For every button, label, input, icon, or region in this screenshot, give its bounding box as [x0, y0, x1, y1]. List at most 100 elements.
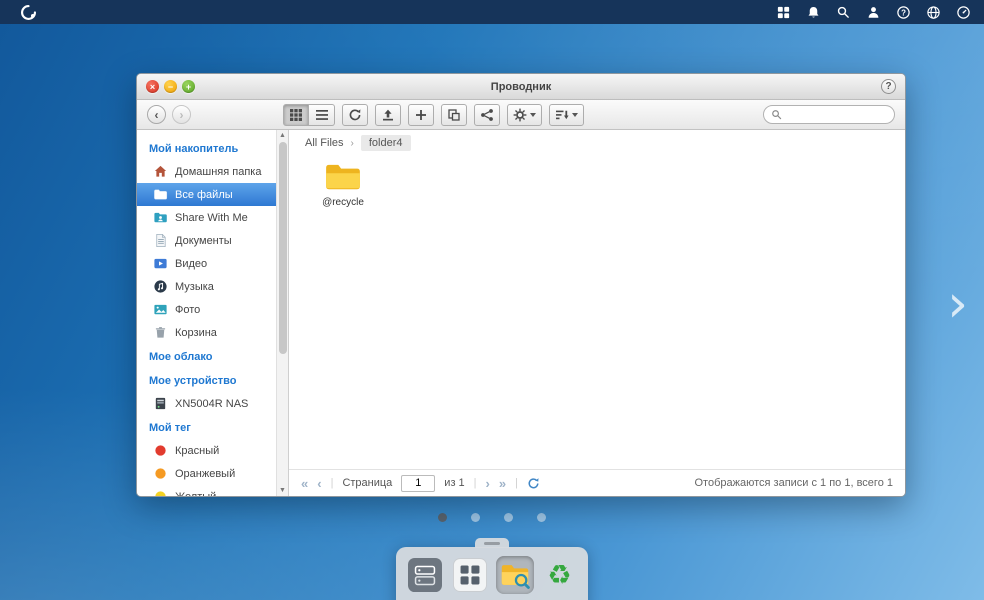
forward-button[interactable]: ›	[172, 105, 191, 124]
breadcrumb-separator-icon: ›	[350, 137, 354, 149]
sidebar-item-tag-yellow[interactable]: Желтый	[137, 485, 277, 496]
sidebar-item-nas[interactable]: XN5004R NAS	[137, 392, 277, 415]
recycle-arrows-icon: ♻	[547, 559, 572, 591]
next-page-button[interactable]: ›	[486, 477, 490, 490]
topbar-icons: ?	[775, 4, 972, 21]
sort-dropdown-button[interactable]	[549, 103, 584, 126]
dock-handle[interactable]	[475, 538, 509, 548]
file-name-label: @recycle	[322, 197, 364, 208]
toolbar: ‹ ›	[137, 100, 905, 130]
sidebar-list: Мой накопитель Домашняя папка Все файлы …	[137, 130, 277, 496]
red-tag-icon	[153, 443, 168, 458]
window-titlebar[interactable]: × − + Проводник ?	[137, 74, 905, 100]
sidebar-item-all-files[interactable]: Все файлы	[137, 183, 277, 206]
orange-tag-icon	[153, 466, 168, 481]
storage-manager-icon	[407, 558, 442, 592]
file-item-recycle-folder[interactable]: @recycle	[311, 162, 375, 208]
sidebar-item-label: Все файлы	[175, 188, 233, 201]
dock-item-antivirus[interactable]: ♻	[541, 556, 579, 594]
app-central-icon	[452, 558, 487, 592]
brand-logo-icon[interactable]	[20, 4, 37, 21]
maximize-button[interactable]: +	[182, 80, 195, 93]
apps-icon[interactable]	[775, 4, 792, 21]
breadcrumb-root[interactable]: All Files	[305, 137, 344, 149]
sidebar-item-label: Желтый	[175, 491, 216, 497]
sidebar-item-recycle-bin[interactable]: Корзина	[137, 321, 277, 344]
folder-icon	[326, 164, 360, 190]
refresh-button[interactable]	[342, 103, 368, 126]
dock-item-storage-manager[interactable]	[406, 556, 444, 594]
files-area[interactable]: @recycle	[289, 156, 905, 469]
sidebar-item-photo[interactable]: Фото	[137, 298, 277, 321]
dock: ♻	[396, 538, 588, 600]
folder-icon	[153, 187, 168, 202]
records-status-text: Отображаются записи с 1 по 1, всего 1	[694, 477, 894, 489]
close-button[interactable]: ×	[146, 80, 159, 93]
page-dot[interactable]	[504, 513, 513, 522]
page-label: Страница	[342, 477, 393, 489]
sidebar-item-label: XN5004R NAS	[175, 397, 249, 410]
page-dot[interactable]	[438, 513, 447, 522]
file-explorer-window: × − + Проводник ? ‹ › Мой накопитель Дом…	[136, 73, 906, 497]
upload-button[interactable]	[375, 103, 401, 126]
sidebar-item-video[interactable]: Видео	[137, 252, 277, 275]
desktop: ? × − + Проводник ? ‹ › Мой накопитель Д…	[0, 0, 984, 600]
notifications-bell-icon[interactable]	[805, 4, 822, 21]
sidebar-section-my-cloud: Мое облако	[149, 351, 213, 363]
svg-text:?: ?	[901, 8, 906, 17]
help-icon[interactable]: ?	[895, 4, 912, 21]
desktop-next-page-arrow[interactable]: ›	[947, 278, 968, 330]
sidebar-item-label: Красный	[175, 444, 220, 457]
sidebar-item-label: Документы	[175, 234, 232, 247]
page-dot[interactable]	[471, 513, 480, 522]
sidebar-item-share-with-me[interactable]: Share With Me	[137, 206, 277, 229]
create-button[interactable]	[408, 103, 434, 126]
sidebar-item-tag-red[interactable]: Красный	[137, 439, 277, 462]
chevron-down-icon	[572, 112, 578, 117]
share-button[interactable]	[474, 103, 500, 126]
refresh-list-button[interactable]	[527, 477, 540, 490]
last-page-button[interactable]: »	[499, 477, 506, 490]
scroll-down-icon[interactable]: ▼	[277, 485, 289, 496]
window-help-button[interactable]: ?	[881, 79, 896, 94]
page-dot[interactable]	[537, 513, 546, 522]
minimize-button[interactable]: −	[164, 80, 177, 93]
divider: |	[515, 477, 518, 489]
system-monitor-icon[interactable]	[955, 4, 972, 21]
sidebar-item-documents[interactable]: Документы	[137, 229, 277, 252]
first-page-button[interactable]: «	[301, 477, 308, 490]
prev-page-button[interactable]: ‹	[317, 477, 321, 490]
sidebar-item-label: Видео	[175, 257, 208, 270]
dock-item-app-central[interactable]	[451, 556, 489, 594]
sidebar-scrollbar[interactable]: ▲ ▼	[276, 130, 288, 496]
scroll-up-icon[interactable]: ▲	[277, 130, 289, 141]
search-input[interactable]	[787, 108, 887, 121]
home-icon	[153, 164, 168, 179]
search-icon[interactable]	[835, 4, 852, 21]
file-explorer-icon	[501, 565, 530, 589]
grid-view-button[interactable]	[283, 103, 309, 126]
language-globe-icon[interactable]	[925, 4, 942, 21]
breadcrumb-current[interactable]: folder4	[360, 135, 411, 151]
sidebar-item-home-folder[interactable]: Домашняя папка	[137, 160, 277, 183]
settings-dropdown-button[interactable]	[507, 103, 542, 126]
user-icon[interactable]	[865, 4, 882, 21]
list-view-button[interactable]	[309, 103, 335, 126]
page-number-input[interactable]	[401, 474, 436, 492]
desktop-page-dots	[438, 513, 546, 522]
scrollbar-thumb[interactable]	[278, 142, 287, 354]
breadcrumb: All Files › folder4	[289, 130, 905, 156]
dock-item-file-explorer[interactable]	[495, 556, 534, 594]
back-button[interactable]: ‹	[147, 105, 166, 124]
sidebar-item-label: Фото	[175, 303, 201, 316]
sidebar-item-music[interactable]: Музыка	[137, 275, 277, 298]
document-icon	[153, 233, 168, 248]
search-box[interactable]	[763, 105, 895, 124]
video-icon	[153, 256, 168, 271]
sidebar-section-my-device: Мое устройство	[149, 375, 237, 387]
yellow-tag-icon	[153, 489, 168, 496]
sidebar-item-tag-orange[interactable]: Оранжевый	[137, 462, 277, 485]
copy-move-button[interactable]	[441, 103, 467, 126]
pagination-bar: « ‹ | Страница из 1 | › » | Отображаются…	[289, 469, 905, 496]
sidebar-item-label: Домашняя папка	[175, 165, 262, 178]
